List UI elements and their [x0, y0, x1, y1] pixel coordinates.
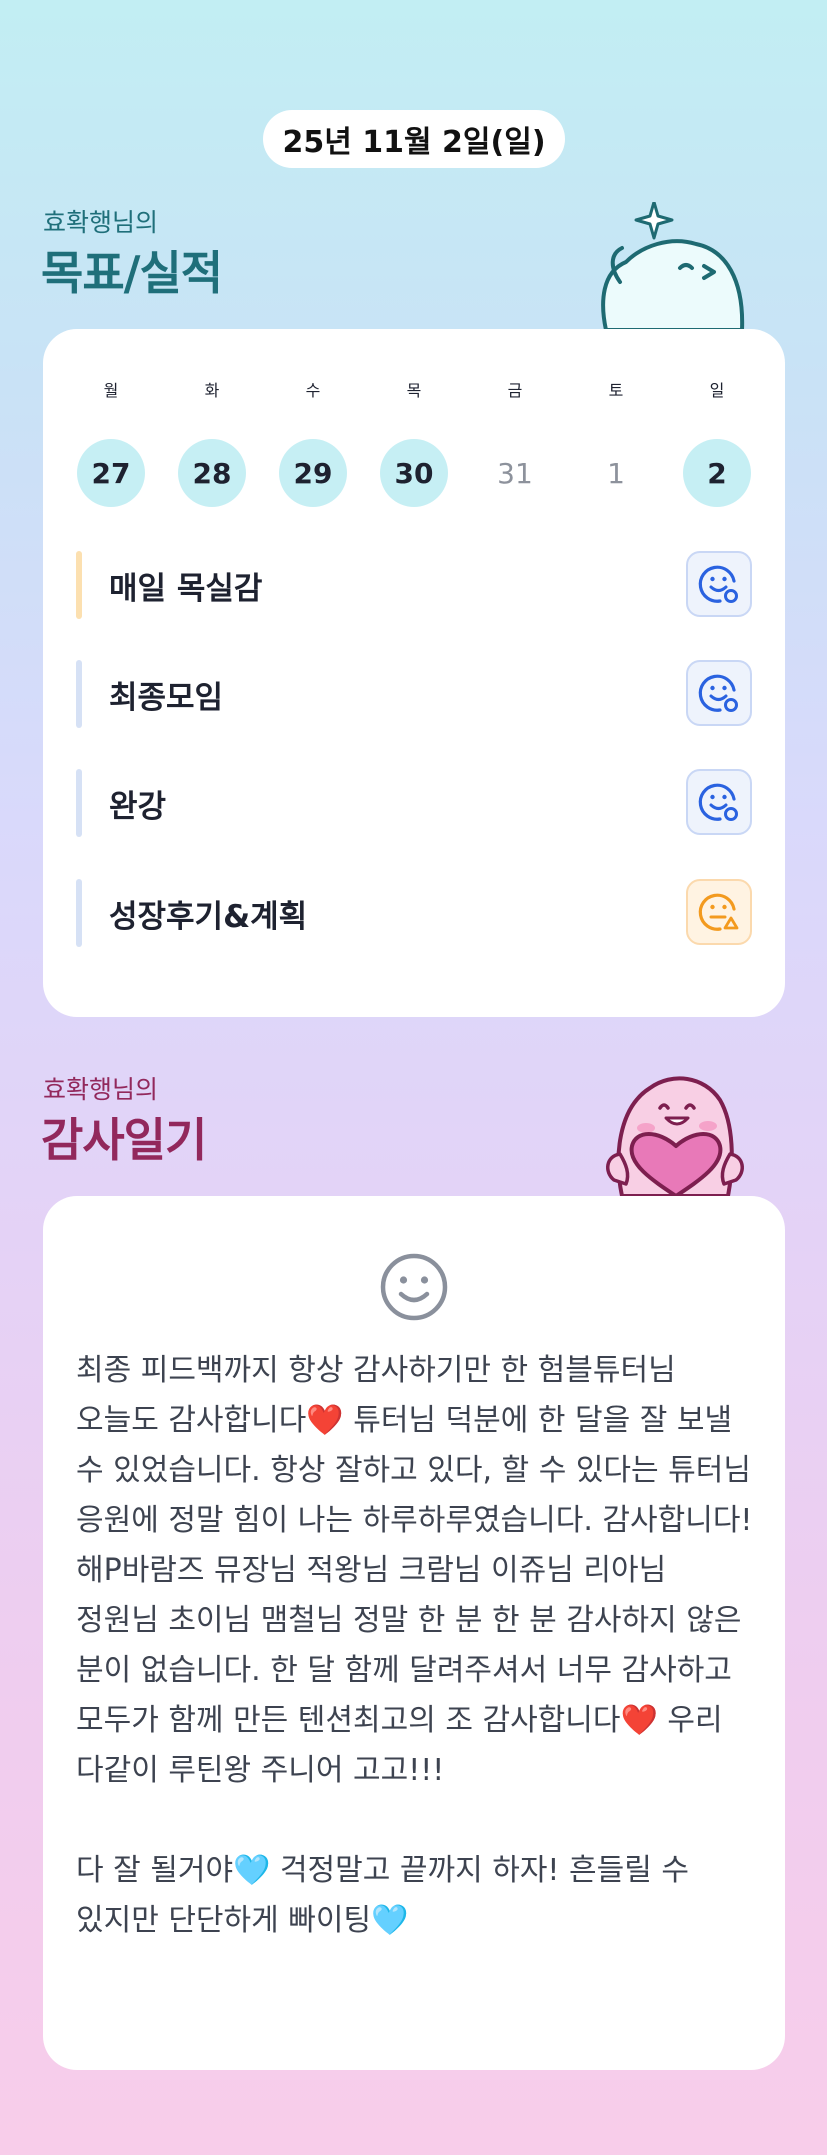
goal-row[interactable]: 매일 목실감 [76, 551, 752, 619]
weekday-label: 일 [709, 381, 725, 400]
goal-accent-bar [76, 769, 82, 837]
calendar-date[interactable]: 1 [582, 439, 650, 507]
ghost-mascot-icon [601, 202, 745, 330]
calendar-date[interactable]: 29 [279, 439, 347, 507]
weekday-label: 금 [507, 381, 523, 400]
weekday-label: 수 [305, 381, 321, 400]
calendar-date[interactable]: 30 [380, 439, 448, 507]
calendar-date[interactable]: 27 [77, 439, 145, 507]
meh-face-icon [698, 893, 739, 931]
goal-row[interactable]: 성장후기&계획 [76, 879, 752, 947]
goals-card: 월 화 수 목 금 토 일 27 28 29 30 31 1 2 매일 목실감 [43, 329, 785, 1017]
goal-status-button[interactable] [686, 879, 752, 945]
goal-accent-bar [76, 551, 82, 619]
goal-row[interactable]: 완강 [76, 769, 752, 837]
weekday-label: 화 [204, 381, 220, 400]
heart-mascot-icon [606, 1076, 744, 1196]
goal-label: 매일 목실감 [109, 570, 263, 607]
gratitude-card: 최종 피드백까지 항상 감사하기만 한 험블튜터님 오늘도 감사합니다❤️ 튜터… [43, 1196, 785, 2070]
goals-subtitle: 효확행님의 [43, 208, 159, 237]
goal-label: 최종모임 [109, 679, 224, 716]
weekday-label: 목 [406, 381, 422, 400]
smile-face-icon [380, 1253, 448, 1321]
goal-status-button[interactable] [686, 660, 752, 726]
smile-face-icon [698, 565, 738, 603]
date-pill[interactable]: 25년 11월 2일(일) [263, 110, 565, 168]
gratitude-title: 감사일기 [41, 1113, 207, 1167]
calendar-date[interactable]: 31 [481, 439, 549, 507]
smile-face-icon [698, 783, 738, 821]
date-label: 25년 11월 2일(일) [282, 125, 546, 160]
goal-label: 성장후기&계획 [109, 898, 308, 935]
goal-row[interactable]: 최종모임 [76, 660, 752, 728]
goals-title: 목표/실적 [41, 246, 223, 300]
weekday-label: 월 [103, 381, 119, 400]
goal-label: 완강 [109, 788, 167, 825]
weekday-label: 토 [608, 381, 624, 400]
smile-face-icon [698, 674, 738, 712]
calendar-date[interactable]: 2 [683, 439, 751, 507]
goal-accent-bar [76, 879, 82, 947]
gratitude-diary-text: 최종 피드백까지 항상 감사하기만 한 험블튜터님 오늘도 감사합니다❤️ 튜터… [76, 1353, 753, 1938]
gratitude-subtitle: 효확행님의 [43, 1075, 159, 1104]
goal-accent-bar [76, 660, 82, 728]
goal-status-button[interactable] [686, 551, 752, 617]
calendar-date[interactable]: 28 [178, 439, 246, 507]
goal-status-button[interactable] [686, 769, 752, 835]
